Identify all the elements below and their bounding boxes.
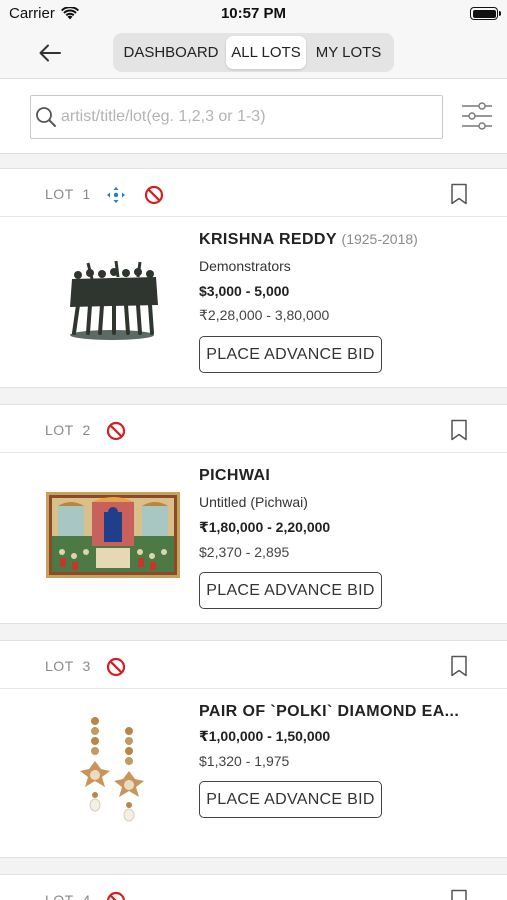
price-estimate-primary: ₹1,80,000 - 2,20,000 — [199, 519, 331, 535]
lot-body[interactable]: PAIR OF `POLKI` DIAMOND EA... ₹1,00,000 … — [0, 689, 507, 857]
live-move-icon — [107, 187, 125, 203]
place-advance-bid-button[interactable]: PLACE ADVANCE BID — [199, 336, 382, 373]
search-area — [0, 78, 507, 154]
status-time: 10:57 PM — [220, 5, 287, 22]
search-icon — [32, 103, 60, 131]
filter-button[interactable] — [460, 101, 494, 131]
lot-number-label: LOT 2 — [45, 422, 91, 438]
lot-number: 3 — [82, 658, 91, 674]
battery-icon — [470, 7, 501, 20]
bookmark-icon[interactable] — [450, 655, 468, 677]
tab-all-lots[interactable]: ALL LOTS — [226, 36, 306, 69]
tab-my-lots[interactable]: MY LOTS — [306, 36, 391, 69]
price-estimate-secondary: $2,370 - 2,895 — [199, 544, 290, 560]
lot-number-label: LOT 4 — [45, 892, 91, 900]
price-estimate-primary: $3,000 - 5,000 — [199, 283, 290, 299]
lot-number: 2 — [82, 422, 91, 438]
lot-title: Untitled (Pichwai) — [199, 494, 308, 510]
lot-thumbnail[interactable] — [45, 231, 180, 366]
back-arrow-icon — [39, 44, 61, 62]
lot-card: LOT 3 PAIR OF `POLKI` DIAMOND EA... ₹1,0… — [0, 640, 507, 858]
lot-header: LOT 2 — [0, 405, 507, 453]
lots-segmented-control: DASHBOARD ALL LOTS MY LOTS — [113, 33, 394, 72]
lot-info: KRISHNA REDDY (1925-2018) Demonstrators … — [199, 231, 477, 373]
lot-number-label: LOT 3 — [45, 658, 91, 674]
lot-thumbnail[interactable] — [45, 703, 180, 838]
search-input[interactable] — [61, 108, 431, 126]
lot-artist: KRISHNA REDDY (1925-2018) — [199, 231, 418, 248]
lot-info: PICHWAI Untitled (Pichwai) ₹1,80,000 - 2… — [199, 467, 477, 609]
lot-header: LOT 1 — [0, 169, 507, 217]
bookmark-icon[interactable] — [450, 889, 468, 900]
no-bid-icon — [144, 185, 164, 205]
lot-thumbnail[interactable] — [45, 467, 180, 602]
place-advance-bid-button[interactable]: PLACE ADVANCE BID — [199, 781, 382, 818]
bookmark-icon[interactable] — [450, 419, 468, 441]
lot-card: LOT 4 — [0, 874, 507, 900]
nav-bar: DASHBOARD ALL LOTS MY LOTS — [0, 30, 507, 78]
lot-body[interactable]: KRISHNA REDDY (1925-2018) Demonstrators … — [0, 217, 507, 387]
no-bid-icon — [106, 421, 126, 441]
bookmark-icon[interactable] — [450, 183, 468, 205]
lot-card: LOT 2 PICHWAI Untitled (Pichwai) ₹1,80,0… — [0, 404, 507, 624]
tab-dashboard[interactable]: DASHBOARD — [116, 36, 226, 69]
status-bar: Carrier 10:57 PM — [0, 0, 507, 30]
lot-info: PAIR OF `POLKI` DIAMOND EA... ₹1,00,000 … — [199, 703, 477, 818]
search-box[interactable] — [30, 95, 443, 139]
lot-title: Demonstrators — [199, 258, 291, 274]
sculpture-image — [69, 260, 158, 340]
lot-number: 1 — [82, 186, 91, 202]
back-button[interactable] — [34, 38, 66, 68]
lot-number: 4 — [82, 892, 91, 900]
lot-artist: PICHWAI — [199, 467, 271, 484]
lot-header: LOT 3 — [0, 641, 507, 689]
price-estimate-secondary: ₹2,28,000 - 3,80,000 — [199, 307, 330, 323]
artist-years: (1925-2018) — [341, 231, 418, 247]
lot-header: LOT 4 — [0, 875, 507, 900]
lot-artist: PAIR OF `POLKI` DIAMOND EA... — [199, 703, 460, 720]
price-estimate-secondary: $1,320 - 1,975 — [199, 753, 290, 769]
lots-list: LOT 1 KRISHNA REDDY (1925-2018) Demonstr… — [0, 168, 507, 900]
price-estimate-primary: ₹1,00,000 - 1,50,000 — [199, 728, 331, 744]
earrings-image — [79, 716, 144, 821]
place-advance-bid-button[interactable]: PLACE ADVANCE BID — [199, 572, 382, 609]
pichwai-painting-image — [45, 491, 180, 578]
lot-body[interactable]: PICHWAI Untitled (Pichwai) ₹1,80,000 - 2… — [0, 453, 507, 623]
lot-number-label: LOT 1 — [45, 186, 91, 202]
no-bid-icon — [106, 657, 126, 677]
lot-card: LOT 1 KRISHNA REDDY (1925-2018) Demonstr… — [0, 168, 507, 388]
no-bid-icon — [106, 891, 126, 900]
filter-sliders-icon — [462, 102, 492, 130]
